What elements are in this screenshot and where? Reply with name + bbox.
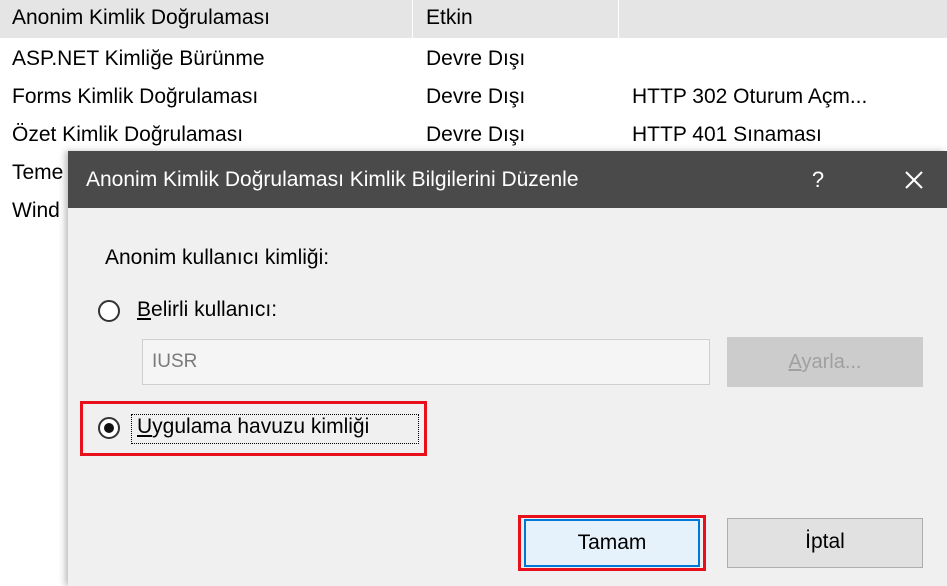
cancel-button[interactable]: İptal [727,518,923,568]
list-cell-type: HTTP 302 Oturum Açm... [632,85,868,108]
list-cell-name: Anonim Kimlik Doğrulaması [12,6,270,29]
column-divider [412,0,413,38]
app-pool-identity-radio[interactable] [98,417,120,439]
specific-user-label-text: elirli kullanıcı: [151,298,278,321]
edit-credentials-dialog: Anonim Kimlik Doğrulaması Kimlik Bilgile… [68,151,947,586]
close-icon [904,170,923,189]
identity-label: Anonim kullanıcı kimliği: [105,246,330,269]
column-divider [618,0,619,38]
list-row[interactable]: Özet Kimlik Doğrulaması Devre Dışı HTTP … [0,117,947,155]
close-button[interactable] [880,151,947,208]
list-cell-status: Etkin [426,6,473,29]
list-cell-name: ASP.NET Kimliğe Bürünme [12,47,265,70]
list-cell-name: Forms Kimlik Doğrulaması [12,85,259,108]
app-pool-identity-label[interactable]: Uygulama havuzu kimliği [137,415,369,439]
set-button-text: yarla... [801,351,862,373]
specific-user-label[interactable]: Belirli kullanıcı: [137,298,277,322]
app-pool-mnemonic: U [137,415,153,438]
list-cell-status: Devre Dışı [426,123,526,146]
dialog-title: Anonim Kimlik Doğrulaması Kimlik Bilgile… [86,168,579,191]
list-cell-name: Özet Kimlik Doğrulaması [12,123,244,146]
specific-user-radio[interactable] [98,300,120,322]
ok-button[interactable]: Tamam [524,519,700,567]
list-cell-name: Wind [12,199,60,222]
app-pool-label-text: ygulama havuzu kimliği [152,415,370,438]
username-field[interactable]: IUSR [142,339,710,385]
list-cell-type: HTTP 401 Sınaması [632,123,822,146]
list-cell-status: Devre Dışı [426,47,526,70]
set-button-mnemonic: A [788,351,802,373]
list-cell-name: Teme [12,161,64,184]
list-row[interactable]: Anonim Kimlik Doğrulaması Etkin [0,0,947,38]
specific-user-mnemonic: B [137,298,152,321]
list-cell-status: Devre Dışı [426,85,526,108]
help-button[interactable]: ? [788,151,848,208]
set-user-button[interactable]: Ayarla... [727,337,923,387]
dialog-titlebar[interactable]: Anonim Kimlik Doğrulaması Kimlik Bilgile… [68,151,947,208]
radio-selected-dot [104,423,114,433]
list-row[interactable]: Forms Kimlik Doğrulaması Devre Dışı HTTP… [0,79,947,117]
list-row[interactable]: ASP.NET Kimliğe Bürünme Devre Dışı [0,41,947,79]
